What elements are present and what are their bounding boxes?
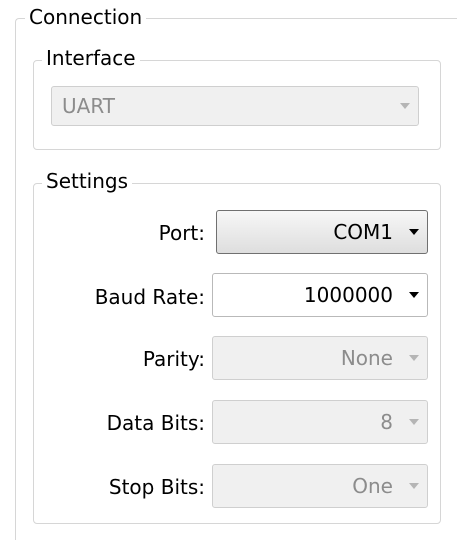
data-bits-select[interactable]: 8 xyxy=(212,400,428,444)
port-label: Port: xyxy=(158,221,205,245)
parity-select[interactable]: None xyxy=(212,336,428,380)
baud-rate-select-value: 1000000 xyxy=(303,283,393,307)
chevron-down-icon xyxy=(401,483,427,489)
interface-group-title: Interface xyxy=(42,46,140,70)
chevron-down-icon xyxy=(401,355,427,361)
chevron-down-icon xyxy=(392,103,418,109)
settings-group-title: Settings xyxy=(42,169,133,193)
port-select[interactable]: COM1 xyxy=(216,210,428,254)
chevron-down-icon xyxy=(401,419,427,425)
data-bits-label: Data Bits: xyxy=(106,411,205,435)
chevron-down-icon xyxy=(401,229,427,235)
baud-rate-label: Baud Rate: xyxy=(94,285,205,309)
port-select-value: COM1 xyxy=(333,220,393,244)
stop-bits-label: Stop Bits: xyxy=(108,475,205,499)
connection-group-title: Connection xyxy=(25,5,147,29)
stop-bits-select[interactable]: One xyxy=(212,464,428,508)
parity-label: Parity: xyxy=(142,347,205,371)
interface-select[interactable]: UART xyxy=(51,86,419,126)
interface-select-value: UART xyxy=(62,94,115,118)
baud-rate-select[interactable]: 1000000 xyxy=(212,273,428,317)
chevron-down-icon xyxy=(401,292,427,298)
parity-select-value: None xyxy=(340,346,393,370)
stop-bits-select-value: One xyxy=(352,474,393,498)
data-bits-select-value: 8 xyxy=(380,410,393,434)
